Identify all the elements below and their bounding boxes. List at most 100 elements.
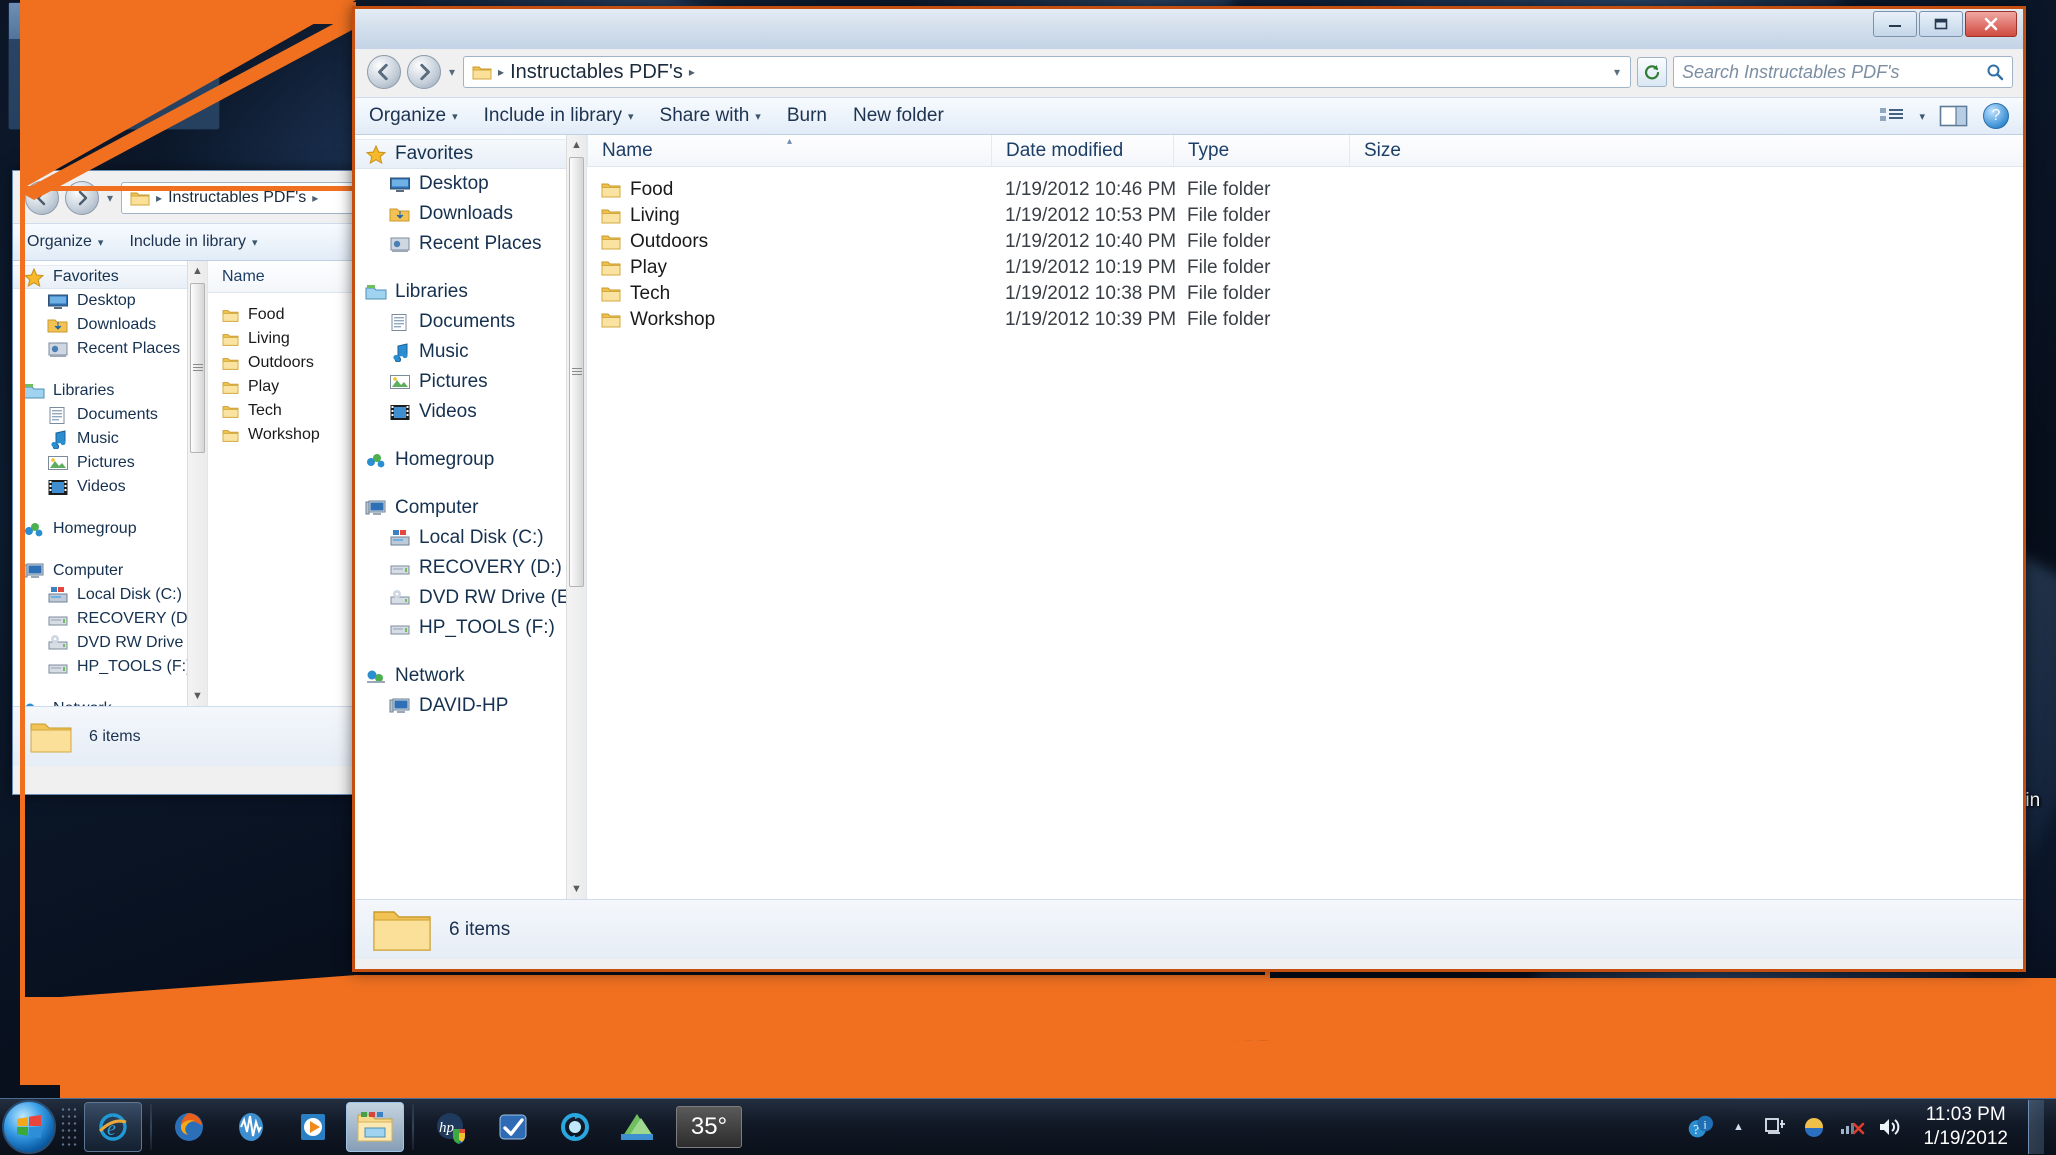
new-folder-button[interactable]: New folder [853, 105, 944, 127]
sync-icon [561, 1113, 589, 1141]
table-row[interactable]: Outdoors 1/19/2012 10:40 PM File folder [587, 229, 2023, 255]
media-player-icon [301, 1114, 325, 1140]
address-bar[interactable]: ▸ Instructables PDF's ▸ ▾ [463, 56, 1631, 88]
burn-label: Burn [786, 105, 827, 126]
explorer-window[interactable]: ▾ ▸ Instructables PDF's ▸ ▾ Search Instr… [352, 6, 2026, 972]
preview-pane-icon[interactable] [1939, 104, 1969, 128]
title-bar[interactable] [355, 9, 2023, 49]
maximize-button[interactable] [1919, 11, 1963, 37]
nav-scrollbar[interactable]: ▲ ▼ [566, 135, 586, 899]
network-glyph [1841, 1122, 1865, 1135]
safely-remove-glyph [1765, 1118, 1786, 1134]
volume-icon[interactable] [1877, 1114, 1903, 1140]
scroll-thumb[interactable] [569, 157, 584, 587]
cell-type: File folder [1187, 257, 1271, 278]
hp-support-assistant-tile[interactable] [31, 47, 89, 105]
battery-icon[interactable] [1801, 1114, 1827, 1140]
column-header-size[interactable]: Size [1349, 135, 2023, 166]
temperature-badge[interactable]: 35° [676, 1106, 742, 1148]
search-input[interactable]: Search Instructables PDF's [1682, 62, 1980, 83]
chevron-down-icon: ▾ [1919, 110, 1925, 123]
sidebar-item-david-hp[interactable]: DAVID-HP [355, 691, 586, 721]
cell-name: Tech [587, 283, 991, 305]
file-list-pane[interactable]: ▴ Name Date modified Type Size Food 1/19/… [587, 135, 2023, 899]
sidebar-item-libraries[interactable]: Libraries [355, 277, 586, 307]
taskbar-button-internet-explorer[interactable]: e [84, 1102, 142, 1152]
close-button[interactable] [1965, 11, 2017, 37]
sidebar-item-desktop[interactable]: Desktop [355, 169, 586, 199]
view-dropdown-button[interactable]: ▾ [1919, 110, 1925, 123]
hp-icon: hp [437, 1113, 465, 1144]
burn-button[interactable]: Burn [787, 105, 827, 127]
column-header-type[interactable]: Type [1173, 135, 1349, 166]
table-row[interactable]: Living 1/19/2012 10:53 PM File folder [587, 203, 2023, 229]
sidebar-item-local-disk-c-[interactable]: Local Disk (C:) [355, 523, 586, 553]
sidebar-item-hp-tools-f-[interactable]: HP_TOOLS (F:) [355, 613, 586, 643]
sidebar-item-dvd-rw-drive-e-[interactable]: DVD RW Drive (E: [355, 583, 586, 613]
taskbar-button-weather-app[interactable] [608, 1102, 666, 1152]
sidebar-item-recent-places[interactable]: Recent Places [355, 229, 586, 259]
computer-icon [365, 500, 386, 515]
show-desktop-button[interactable] [2028, 1100, 2044, 1154]
sidebar-item-videos[interactable]: Videos [355, 397, 586, 427]
minimize-icon [1889, 25, 1901, 27]
sidebar-item-documents[interactable]: Documents [355, 307, 586, 337]
taskbar-button-hp-support[interactable]: hp [422, 1102, 480, 1152]
sidebar-item-recovery-d-[interactable]: RECOVERY (D:) [355, 553, 586, 583]
table-row[interactable]: Food 1/19/2012 10:46 PM File folder [587, 177, 2023, 203]
include-in-library-button[interactable]: Include in library ▾ [484, 105, 634, 127]
table-row[interactable]: Tech 1/19/2012 10:38 PM File folder [587, 281, 2023, 307]
minimize-button[interactable] [1873, 11, 1917, 37]
sidebar-item-homegroup[interactable]: Homegroup [355, 445, 586, 475]
safely-remove-hardware-icon[interactable] [1763, 1114, 1789, 1140]
table-row[interactable]: Workshop 1/19/2012 10:39 PM File folder [587, 307, 2023, 333]
column-header-date-modified[interactable]: Date modified [991, 135, 1173, 166]
show-hidden-icons-button[interactable]: ▲ [1725, 1114, 1751, 1140]
navigation-pane[interactable]: Favorites Desktop Downloads Recent Places Li… [355, 135, 587, 899]
sidebar-item-music[interactable]: Music [355, 337, 586, 367]
cell-type: File folder [1187, 205, 1271, 226]
sidebar-item-network[interactable]: Network [355, 661, 586, 691]
taskbar-button-audacity[interactable] [222, 1102, 280, 1152]
cell-date-modified: 1/19/2012 10:38 PM [1005, 283, 1177, 304]
table-row[interactable]: Play 1/19/2012 10:19 PM File folder [587, 255, 2023, 281]
search-box[interactable]: Search Instructables PDF's [1673, 56, 2013, 88]
refresh-button[interactable] [1637, 57, 1667, 87]
command-bar-right: ▾ ? [1879, 103, 2009, 129]
breadcrumb-sep-2[interactable]: ▸ [689, 65, 695, 79]
address-dropdown-icon[interactable]: ▾ [1608, 65, 1626, 79]
back-button[interactable] [367, 55, 401, 89]
sidebar-item-favorites[interactable]: Favorites [355, 139, 586, 169]
taskbar-grip[interactable] [60, 1106, 78, 1148]
taskbar: e hp 35° ? i ▲ 11:03 PM 1/19/2012 [0, 1098, 2056, 1155]
scroll-up-arrow[interactable]: ▲ [567, 135, 586, 155]
clock[interactable]: 11:03 PM 1/19/2012 [1915, 1103, 2016, 1152]
share-with-button[interactable]: Share with ▾ [660, 105, 761, 127]
taskbar-button-sync-app[interactable] [546, 1102, 604, 1152]
clock-date: 1/19/2012 [1923, 1128, 2008, 1149]
history-dropdown-button[interactable]: ▾ [449, 65, 455, 79]
start-button[interactable] [2, 1100, 56, 1154]
file-name-label: Food [630, 179, 674, 200]
taskbar-button-check-app[interactable] [484, 1102, 542, 1152]
taskbar-button-firefox[interactable] [160, 1102, 218, 1152]
forward-button[interactable] [407, 55, 441, 89]
sidebar-item-downloads[interactable]: Downloads [355, 199, 586, 229]
sidebar-item-pictures[interactable]: Pictures [355, 367, 586, 397]
ie-icon: e [98, 1113, 127, 1141]
help-and-tools-gadget[interactable]: Help & Tools [8, 2, 220, 130]
scroll-down-arrow[interactable]: ▼ [567, 879, 586, 899]
organize-label: Organize [369, 105, 447, 126]
network-disconnected-icon[interactable] [1839, 1114, 1865, 1140]
help-icon[interactable]: ? [1983, 103, 2009, 129]
view-list-icon[interactable] [1879, 106, 1905, 126]
taskbar-button-media-player[interactable] [284, 1102, 342, 1152]
organize-button[interactable]: Organize ▾ [369, 105, 458, 127]
folder-icon [472, 66, 492, 79]
sidebar-item-computer[interactable]: Computer [355, 493, 586, 523]
action-center-icon[interactable]: ? i [1687, 1114, 1714, 1140]
breadcrumb-path[interactable]: Instructables PDF's [510, 61, 683, 84]
documents-icon [391, 313, 407, 331]
window-body: Favorites Desktop Downloads Recent Places Li… [355, 135, 2023, 899]
taskbar-button-windows-explorer[interactable] [346, 1102, 404, 1152]
